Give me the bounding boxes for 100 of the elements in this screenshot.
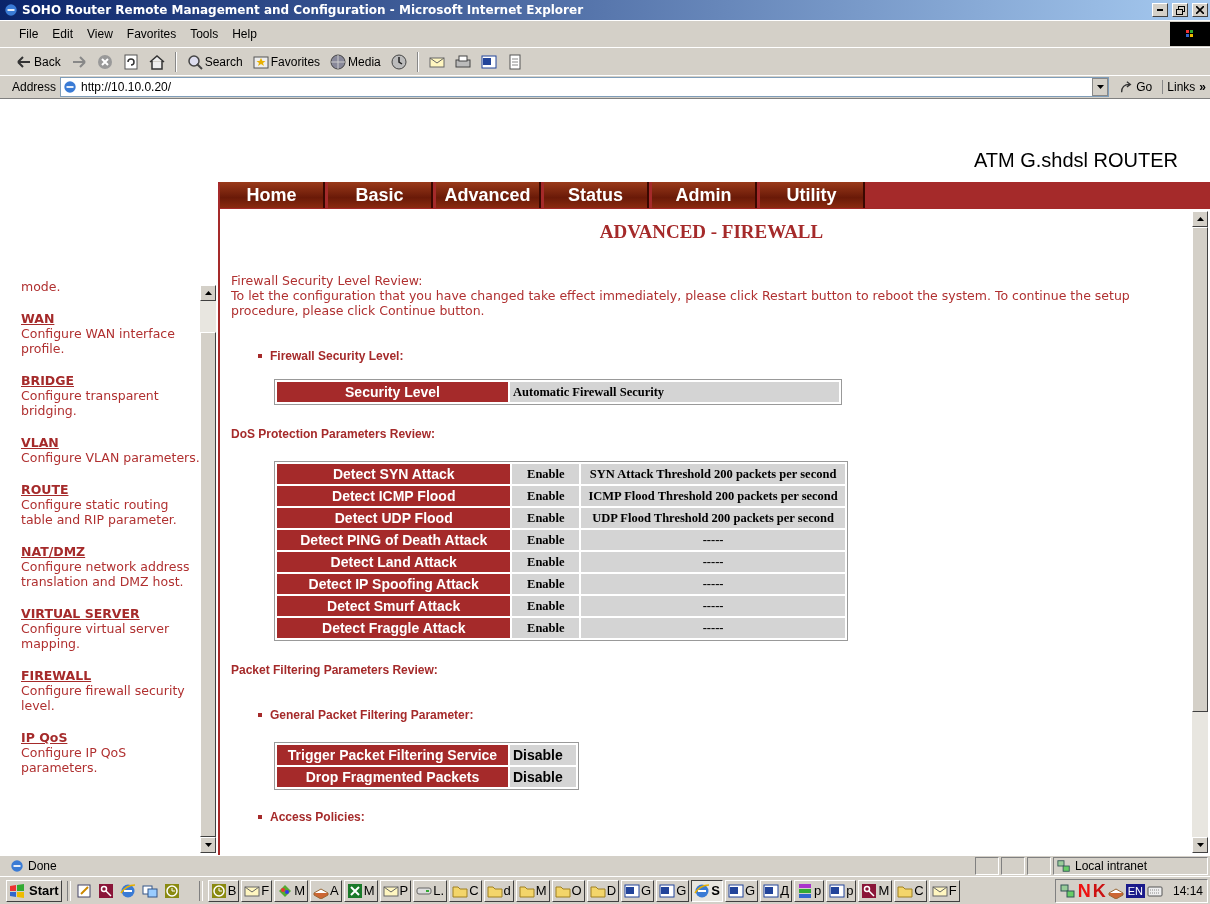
table-cell: ICMP Flood Threshold 200 packets per second [581,486,845,506]
stop-icon [96,53,113,70]
nav-tab[interactable]: Utility [760,182,865,208]
sidebar-link[interactable]: NAT/DMZ [21,544,200,559]
nav-tab[interactable]: Status [544,182,649,208]
address-field[interactable]: http://10.10.0.20/ [60,77,1110,97]
close-icon [1196,6,1204,14]
taskbar-button[interactable]: G [656,879,690,902]
nav-tab[interactable]: Admin [652,182,757,208]
table-cell: ----- [581,552,845,572]
chevron[interactable]: » [1199,80,1206,94]
scroll-down-button[interactable] [200,837,216,853]
sidebar-link[interactable]: FIREWALL [21,668,200,683]
taskbar-button[interactable]: G [621,879,655,902]
page-heading: ADVANCED - FIREWALL [598,221,825,243]
document-button[interactable] [478,53,499,70]
sidebar-link[interactable]: WAN [21,311,200,326]
taskbar-button[interactable]: M [274,879,309,902]
sidebar-link[interactable]: IP QoS [21,730,200,745]
toolbar-button[interactable]: Favorites [250,53,323,70]
sidebar-description: Configure WAN interface profile. [21,326,176,356]
scroll-up-button[interactable] [1192,211,1208,227]
table-cell: Enable [512,552,580,572]
minimize-button[interactable] [1152,3,1168,17]
nav-tab[interactable]: Advanced [436,182,541,208]
printer-button[interactable] [452,53,473,70]
menu-item[interactable]: Tools [183,25,226,43]
taskbar-button[interactable]: Д [760,879,792,902]
address-label: Address [12,80,57,94]
scroll-up-button[interactable] [200,285,216,301]
links-button[interactable]: Links [1167,80,1196,94]
taskbar-button[interactable]: C [894,879,927,902]
clock-button[interactable] [388,53,409,70]
taskbar-button[interactable]: S [691,879,724,902]
table-cell: Disable [510,745,576,765]
taskbar-button[interactable]: D [586,879,620,902]
table-cell: Disable [510,767,576,787]
network-icon [1057,859,1071,873]
go-button[interactable]: Go [1113,80,1159,94]
taskbar-button[interactable]: G [725,879,759,902]
sync-icon[interactable] [141,882,158,899]
taskbar-button[interactable]: M [858,879,893,902]
menu-item[interactable]: Favorites [119,25,184,43]
page-icon [63,80,78,94]
toolbar-button[interactable]: Search [184,53,245,70]
table-cell: Enable [512,530,580,550]
scroll-down-button[interactable] [1192,837,1208,853]
section-label: General Packet Filtering Parameter: [270,708,474,722]
table-cell: ----- [581,574,845,594]
taskbar-button[interactable]: B [207,879,240,902]
sidebar-link[interactable]: VLAN [21,435,200,450]
taskbar-button[interactable]: F [241,879,273,902]
taskbar-button[interactable]: p [826,879,857,902]
taskbar-button[interactable]: M [343,879,378,902]
toolbar-button[interactable]: Media [328,53,383,70]
taskbar-button[interactable]: P [379,879,412,902]
menu-item[interactable]: Edit [45,25,81,43]
sidebar-link[interactable]: VIRTUAL SERVER [21,606,200,621]
menu-item[interactable]: View [80,25,120,43]
down-arrow-icon [204,843,212,847]
row-label: Detect Fraggle Attack [277,618,511,638]
document-icon [829,882,846,899]
restore-button[interactable] [1172,3,1188,17]
taskbar-button[interactable]: C [449,879,482,902]
menu-item[interactable]: File [12,25,46,43]
section-title: Packet Filtering Parameters Review: [231,663,439,677]
close-button[interactable] [1192,3,1208,17]
taskbar-button[interactable]: p [793,879,825,902]
menu-item[interactable]: Help [225,25,264,43]
taskbar-button[interactable]: O [551,879,585,902]
network-icon[interactable] [1059,882,1076,899]
toolbar-button[interactable]: Back [14,53,63,70]
row-label: Detect ICMP Flood [277,486,511,506]
table-cell: ----- [581,618,845,638]
table-cell: Enable [512,486,580,506]
nav-tab[interactable]: Basic [328,182,433,208]
taskbar-button[interactable]: F [928,879,960,902]
sidebar-description: Configure transparent bridging. [21,388,160,418]
table-cell: UDP Flood Threshold 200 packets per second [581,508,845,528]
row-label: Detect SYN Attack [277,464,511,484]
taskbar-button[interactable]: M [515,879,550,902]
go-arrow-icon [1119,80,1134,94]
sidebar-link[interactable]: BRIDGE [21,373,200,388]
sidebar-description: Configure network address translation and DMZ host. [21,559,191,589]
document-icon [624,882,641,899]
taskbar-button[interactable]: d [483,879,514,902]
taskbar-button[interactable]: L. [413,879,448,902]
sidebar-link[interactable]: ROUTE [21,482,200,497]
tray-logo[interactable]: K [1092,881,1106,900]
intro-text: To let the configuration that you have changed take effect immediately, please click Restart button to reboot the system. To continue the setup procedure, please click Continue button. [231,288,1131,318]
section-label: Firewall Security Level: [270,349,404,363]
taskbar-button[interactable]: A [310,879,342,902]
globe-icon[interactable] [119,882,136,899]
start-button[interactable]: Start [6,879,62,902]
language-indicator[interactable]: EN [1125,883,1145,898]
clock-icon[interactable] [163,882,180,899]
notepad-icon[interactable] [75,882,92,899]
nav-tab[interactable]: Home [220,182,325,208]
spreadsheet-icon [346,882,363,899]
scrollbar-thumb[interactable] [1192,227,1208,713]
